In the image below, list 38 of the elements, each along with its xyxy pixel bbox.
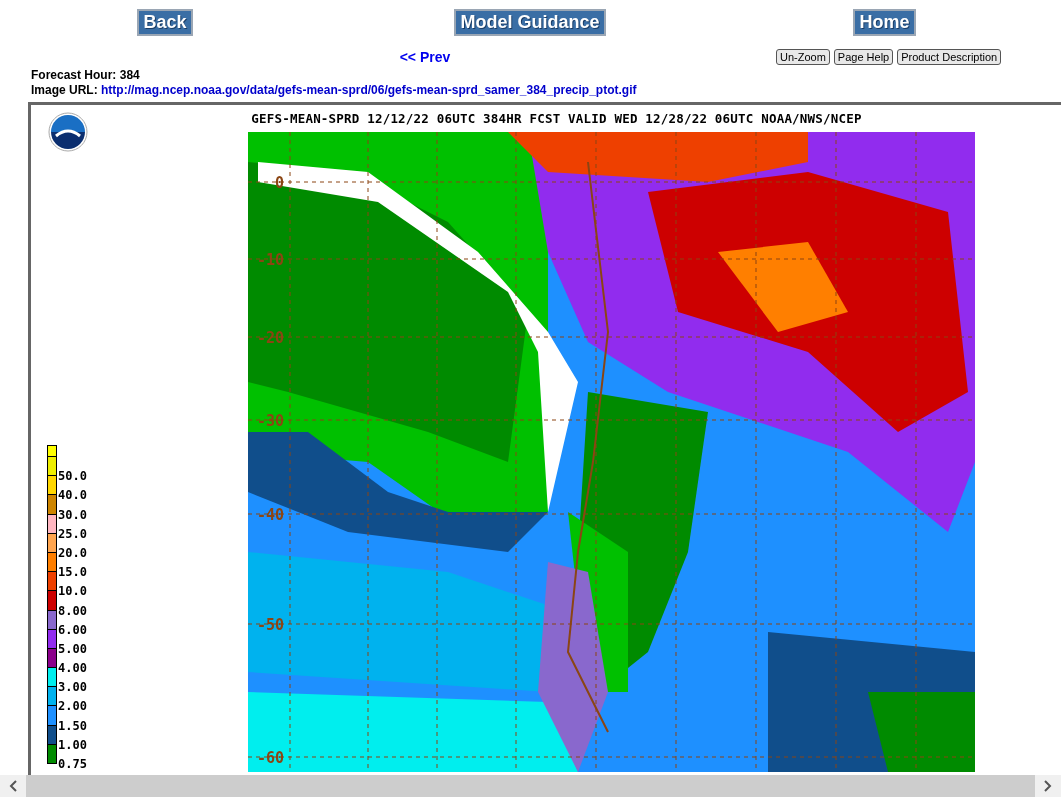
horizontal-scrollbar[interactable] (0, 775, 1061, 797)
legend-label: 3.00 (58, 681, 87, 694)
prev-link[interactable]: << Prev (399, 49, 451, 65)
nav-button[interactable]: Home (853, 8, 916, 36)
legend-label: 2.00 (58, 700, 87, 713)
latitude-label: -40 (256, 506, 284, 524)
legend-label: 30.0 (58, 508, 87, 521)
legend-label: 40.0 (58, 489, 87, 502)
legend-label: 4.00 (58, 662, 87, 675)
nav-button[interactable]: Back (137, 8, 193, 36)
legend-label: 25.0 (58, 527, 87, 540)
latitude-label: -10 (256, 251, 284, 269)
legend-label: 0.75 (58, 758, 87, 770)
tool-button[interactable]: Un-Zoom (776, 49, 830, 65)
info-label: Forecast Hour: (31, 68, 117, 82)
latitude-label: -30 (256, 412, 284, 430)
legend-label: 50.0 (58, 470, 87, 483)
legend-label: 20.0 (58, 546, 87, 559)
info-value: 384 (119, 68, 140, 82)
logo-icon (48, 112, 88, 152)
latitude-label: -60 (256, 749, 284, 767)
legend-label: 6.00 (58, 623, 87, 636)
image-url-link[interactable]: http://mag.ncep.noaa.gov/data/gefs-mean-sprd/06/gefs-mean-sprd_samer_384_precip_ptot.gif (101, 83, 637, 97)
legend-label: 8.00 (58, 604, 87, 617)
tool-button[interactable]: Product Description (897, 49, 1002, 65)
latitude-label: -20 (256, 329, 284, 347)
legend-label: 1.50 (58, 719, 87, 732)
map-title: GEFS-MEAN-SPRD 12/12/22 06UTC 384HR FCST VALID WED 12/28/22 06UTC NOAA/NWS/NCEP (251, 111, 862, 126)
legend-label: 5.00 (58, 642, 87, 655)
legend-label: 1.00 (58, 738, 87, 751)
latitude-label: -50 (256, 616, 284, 634)
scroll-right-icon[interactable] (1044, 780, 1052, 792)
legend-label: 10.0 (58, 585, 87, 598)
tool-button[interactable]: Page Help (833, 49, 894, 65)
info-label: Image URL: (31, 83, 98, 97)
nav-button[interactable]: Model Guidance (454, 8, 606, 36)
legend-label: 15.0 (58, 566, 87, 579)
scroll-left-icon[interactable] (9, 780, 17, 792)
